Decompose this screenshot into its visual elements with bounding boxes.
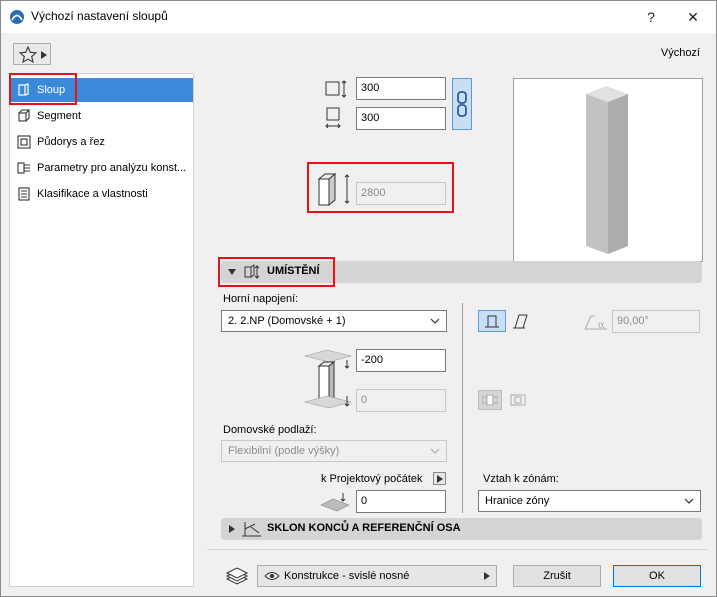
width-field[interactable]: 300 [356, 77, 446, 100]
zone-relation-label: Vztah k zónám: [483, 473, 559, 485]
eye-icon [264, 572, 280, 580]
floorplan-section-icon [17, 135, 31, 149]
vertical-column-toggle[interactable] [478, 310, 506, 332]
project-zero-menu-button[interactable] [433, 472, 446, 485]
zone-relation-select[interactable]: Hranice zóny [478, 490, 701, 512]
bottom-offset-field[interactable]: 0 [356, 389, 446, 412]
top-offset-field[interactable]: -200 [356, 349, 446, 372]
settings-dialog: Výchozí nastavení sloupů ? ✕ Výchozí Slo… [0, 0, 717, 597]
sidebar-item-classification[interactable]: Klasifikace a vlastnosti [11, 182, 193, 206]
close-button[interactable]: ✕ [673, 5, 713, 29]
highlight-box [307, 162, 454, 213]
section-title: SKLON KONCŮ A REFERENČNÍ OSA [267, 522, 461, 534]
layer-select[interactable]: Konstrukce - svislé nosné [257, 565, 497, 587]
chevron-down-icon [430, 318, 440, 324]
highlight-box [218, 257, 335, 287]
triangle-right-icon [229, 525, 235, 533]
project-zero-icon [320, 493, 350, 512]
chevron-down-icon [684, 498, 694, 504]
structural-analysis-icon [17, 162, 30, 174]
title-bar: Výchozí nastavení sloupů ? ✕ [1, 1, 716, 33]
classification-icon [18, 187, 30, 201]
top-link-value: 2. 2.NP (Domovské + 1) [228, 315, 346, 327]
top-link-select[interactable]: 2. 2.NP (Domovské + 1) [221, 310, 447, 332]
divider [462, 303, 463, 513]
star-icon [19, 46, 37, 63]
layer-value: Konstrukce - svislé nosné [284, 570, 410, 582]
settings-sidebar: Sloup Segment Půdorys a řez Parametry pr… [9, 73, 194, 587]
triangle-right-icon [437, 475, 443, 483]
3d-preview [513, 78, 703, 262]
favorites-button[interactable] [13, 43, 51, 65]
column-wrapped-icon [510, 394, 526, 406]
triangle-right-icon [484, 572, 490, 580]
sidebar-item-label: Půdorys a řez [37, 136, 105, 148]
column-preview-image [586, 86, 628, 254]
slant-axis-icon [242, 522, 261, 537]
sidebar-item-floorplan[interactable]: Půdorys a řez [11, 130, 193, 154]
relation-toggle-a[interactable] [478, 390, 502, 410]
defaults-label: Výchozí [660, 47, 700, 59]
depth-icon [325, 107, 341, 129]
slanted-column-icon [513, 314, 528, 329]
depth-field[interactable]: 300 [356, 107, 446, 130]
column-offset-icon [303, 349, 353, 409]
slanted-column-toggle[interactable] [510, 310, 532, 332]
triangle-right-icon [41, 51, 47, 59]
cancel-button[interactable]: Zrušit [513, 565, 601, 587]
top-link-label: Horní napojení: [223, 293, 299, 305]
sidebar-item-label: Parametry pro analýzu konst... [37, 162, 187, 174]
archicad-app-icon [10, 10, 24, 24]
home-story-value: Flexibilní (podle výšky) [228, 445, 340, 457]
project-zero-label: k Projektový počátek [321, 473, 423, 485]
svg-text:α: α [598, 320, 605, 331]
vertical-column-icon [485, 315, 499, 328]
home-story-select[interactable]: Flexibilní (podle výšky) [221, 440, 447, 462]
window-title: Výchozí nastavení sloupů [31, 9, 168, 23]
angle-icon: α [584, 315, 607, 331]
segment-icon [18, 109, 31, 122]
project-zero-field[interactable]: 0 [356, 490, 446, 513]
sidebar-item-label: Klasifikace a vlastnosti [37, 188, 148, 200]
column-in-wall-icon [482, 394, 498, 406]
relation-toggle-b[interactable] [506, 390, 530, 410]
slant-section-header[interactable]: SKLON KONCŮ A REFERENČNÍ OSA [221, 518, 702, 540]
ok-button[interactable]: OK [613, 565, 701, 587]
link-dimensions-toggle[interactable] [452, 78, 472, 130]
layers-icon [225, 567, 249, 585]
width-icon [325, 80, 347, 98]
zone-relation-value: Hranice zóny [485, 495, 550, 507]
highlight-box [9, 73, 77, 105]
footer-divider [207, 549, 707, 550]
sidebar-item-structural-analysis[interactable]: Parametry pro analýzu konst... [11, 156, 193, 180]
chain-link-icon [457, 91, 467, 117]
home-story-label: Domovské podlaží: [223, 424, 317, 436]
angle-field[interactable]: 90,00° [612, 310, 700, 333]
sidebar-item-segment[interactable]: Segment [11, 104, 193, 128]
help-button[interactable]: ? [631, 5, 671, 29]
sidebar-item-label: Segment [37, 110, 82, 122]
chevron-down-icon [430, 448, 440, 454]
